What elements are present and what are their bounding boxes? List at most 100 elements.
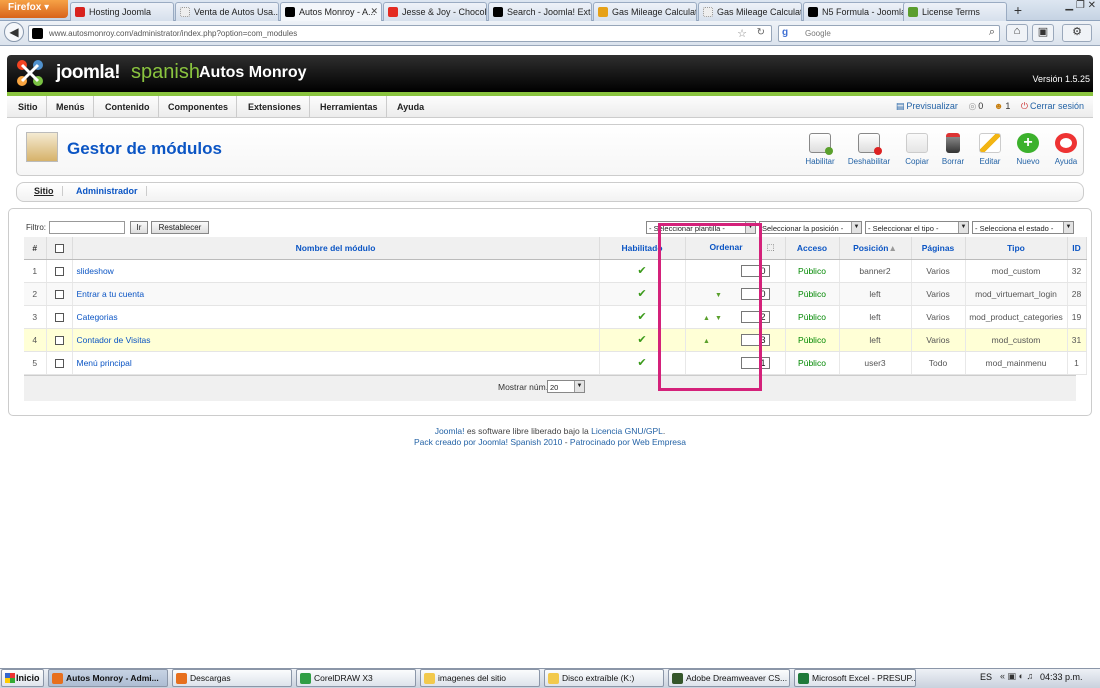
- taskbar-item-disk[interactable]: Disco extraíble (K:): [544, 669, 664, 687]
- row-checkbox[interactable]: [54, 266, 64, 276]
- row-checkbox[interactable]: [54, 335, 64, 345]
- tab-label: Venta de Autos Usa...: [194, 7, 279, 17]
- enabled-check-icon[interactable]: ✔: [637, 357, 646, 369]
- preview-link[interactable]: Previsualizar: [906, 101, 958, 111]
- row-checkbox-cell[interactable]: [46, 282, 73, 306]
- language-indicator[interactable]: ES: [980, 672, 992, 682]
- browser-tab[interactable]: Search - Joomla! Ext...: [488, 2, 592, 21]
- enabled-check-icon[interactable]: ✔: [637, 311, 646, 323]
- tools-icon[interactable]: ⚙: [1062, 24, 1092, 42]
- joomla-spanish-link[interactable]: Pack creado por Joomla! Spanish 2010: [414, 437, 562, 447]
- search-bar[interactable]: g Google ⌕: [778, 25, 1000, 42]
- row-checkbox[interactable]: [54, 289, 64, 299]
- menu-item-sitio[interactable]: Sitio: [10, 96, 47, 118]
- browser-tab[interactable]: Jesse & Joy - Chocol...: [383, 2, 487, 21]
- module-name-link[interactable]: slideshow: [72, 259, 600, 283]
- col-header-id[interactable]: ID: [1067, 237, 1087, 260]
- taskbar-item-excel[interactable]: Microsoft Excel - PRESUP...: [794, 669, 916, 687]
- row-checkbox-cell[interactable]: [46, 259, 73, 283]
- reload-icon[interactable]: ↻: [757, 27, 765, 38]
- firefox-menu-button[interactable]: Firefox ▾: [0, 0, 68, 18]
- menu-item-herramientas[interactable]: Herramientas: [312, 96, 387, 118]
- module-name-link[interactable]: Contador de Visitas: [72, 328, 600, 352]
- enabled-check-icon[interactable]: ✔: [637, 265, 646, 277]
- enabled-check-icon[interactable]: ✔: [637, 334, 646, 346]
- taskbar-item-folder[interactable]: imagenes del sitio: [420, 669, 540, 687]
- col-header-name[interactable]: Nombre del módulo: [72, 237, 600, 260]
- delete-button[interactable]: Borrar: [933, 133, 973, 166]
- row-checkbox-cell[interactable]: [46, 351, 73, 375]
- new-tab-button[interactable]: +: [1008, 2, 1028, 20]
- position-select[interactable]: Seleccionar la posición - ▼: [759, 221, 862, 234]
- col-header-access[interactable]: Acceso: [785, 237, 840, 260]
- taskbar-item-firefox[interactable]: Autos Monroy - Admi...: [48, 669, 168, 687]
- access-link[interactable]: Público: [785, 351, 840, 375]
- browser-tab[interactable]: License Terms: [903, 2, 1007, 21]
- bookmark-star-icon[interactable]: ☆: [737, 27, 747, 40]
- copy-button[interactable]: Copiar: [897, 133, 937, 166]
- row-checkbox-cell[interactable]: [46, 328, 73, 352]
- show-count-select[interactable]: 20 ▼: [547, 380, 585, 393]
- col-header-type[interactable]: Tipo: [965, 237, 1068, 260]
- back-button[interactable]: ◀: [4, 22, 24, 42]
- new-button[interactable]: + Nuevo: [1008, 133, 1048, 166]
- type-select[interactable]: - Seleccionar el tipo - ▼: [865, 221, 969, 234]
- start-button[interactable]: Inicio: [1, 669, 44, 687]
- joomla-link[interactable]: Joomla!: [435, 426, 465, 436]
- help-button[interactable]: Ayuda: [1046, 133, 1086, 166]
- addon-icon[interactable]: ▣: [1032, 24, 1054, 42]
- save-order-icon[interactable]: ⬚: [766, 242, 774, 253]
- taskbar-item-dreamweaver[interactable]: Adobe Dreamweaver CS...: [668, 669, 790, 687]
- users-count[interactable]: 1: [1005, 101, 1010, 111]
- col-header-pages[interactable]: Páginas: [911, 237, 966, 260]
- disable-button[interactable]: Deshabilitar: [845, 133, 893, 166]
- col-header-position[interactable]: Posición▲: [839, 237, 912, 260]
- menu-item-contenido[interactable]: Contenido: [97, 96, 159, 118]
- menu-item-menus[interactable]: Menús: [48, 96, 94, 118]
- access-link[interactable]: Público: [785, 328, 840, 352]
- browser-tab-active[interactable]: Autos Monroy - A... ✕: [280, 2, 382, 21]
- access-link[interactable]: Público: [785, 305, 840, 329]
- row-checkbox-cell[interactable]: [46, 305, 73, 329]
- logout-link[interactable]: Cerrar sesión: [1030, 101, 1084, 111]
- submenu-administrador[interactable]: Administrador: [68, 186, 147, 196]
- module-name-link[interactable]: Entrar a tu cuenta: [72, 282, 600, 306]
- clock[interactable]: 04:33 p.m.: [1040, 672, 1083, 682]
- tray-icons[interactable]: « ▣ ◐ ♫: [1000, 671, 1033, 682]
- select-all-checkbox[interactable]: [54, 243, 64, 253]
- select-all-checkbox-cell[interactable]: [46, 237, 73, 260]
- enabled-check-icon[interactable]: ✔: [637, 288, 646, 300]
- menu-item-extensiones[interactable]: Extensiones: [240, 96, 311, 118]
- access-link[interactable]: Público: [785, 259, 840, 283]
- url-bar[interactable]: www.autosmonroy.com/administrator/index.…: [28, 25, 772, 42]
- taskbar-item-descargas[interactable]: Descargas: [172, 669, 292, 687]
- web-empresa-link[interactable]: Patrocinado por Web Empresa: [570, 437, 686, 447]
- module-name-link[interactable]: Menú principal: [72, 351, 600, 375]
- row-checkbox[interactable]: [54, 312, 64, 322]
- browser-tab[interactable]: N5 Formula - Joomla...: [803, 2, 907, 21]
- position-header-label[interactable]: Posición: [853, 243, 888, 253]
- messages-count[interactable]: 0: [978, 101, 983, 111]
- edit-button[interactable]: Editar: [970, 133, 1010, 166]
- home-icon[interactable]: ⌂: [1006, 24, 1028, 42]
- browser-tab[interactable]: Hosting Joomla: [70, 2, 174, 21]
- filter-input[interactable]: [49, 221, 125, 234]
- filter-go-button[interactable]: Ir: [130, 221, 148, 234]
- browser-tab[interactable]: Venta de Autos Usa...: [175, 2, 279, 21]
- browser-tab[interactable]: Gas Mileage Calculat...: [593, 2, 697, 21]
- window-controls[interactable]: ▁ ❐ ✕: [1040, 0, 1100, 18]
- state-select[interactable]: - Selecciona el estado - ▼: [972, 221, 1074, 234]
- license-link[interactable]: Licencia GNU/GPL: [591, 426, 663, 436]
- submenu-sitio[interactable]: Sitio: [26, 186, 63, 196]
- taskbar-item-coreldraw[interactable]: CorelDRAW X3: [296, 669, 416, 687]
- search-icon[interactable]: ⌕: [989, 26, 995, 39]
- menu-item-componentes[interactable]: Componentes: [160, 96, 238, 118]
- menu-item-ayuda[interactable]: Ayuda: [389, 96, 432, 118]
- close-tab-icon[interactable]: ✕: [370, 6, 378, 17]
- browser-tab[interactable]: Gas Mileage Calculator: [698, 2, 802, 21]
- enable-button[interactable]: Habilitar: [800, 133, 840, 166]
- row-checkbox[interactable]: [54, 358, 64, 368]
- module-name-link[interactable]: Categorias: [72, 305, 600, 329]
- filter-reset-button[interactable]: Restablecer: [151, 221, 209, 234]
- access-link[interactable]: Público: [785, 282, 840, 306]
